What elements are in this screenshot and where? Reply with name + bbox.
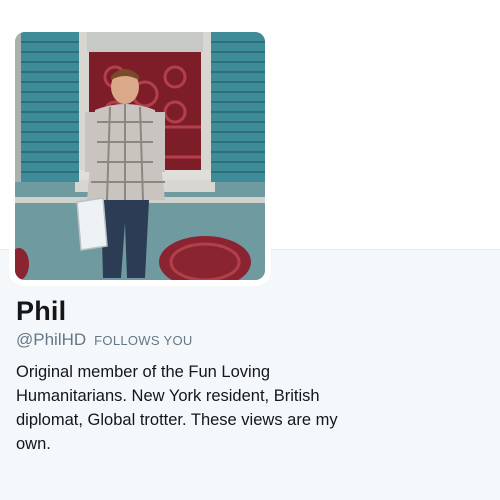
avatar-frame bbox=[9, 26, 271, 286]
profile-bio: Original member of the Fun Loving Humani… bbox=[16, 363, 338, 453]
profile-name[interactable]: Phil bbox=[16, 296, 66, 327]
profile-card: Phil @PhilHD FOLLOWS YOU Original member… bbox=[0, 0, 500, 500]
follows-you-badge: FOLLOWS YOU bbox=[94, 333, 193, 348]
avatar[interactable] bbox=[15, 32, 265, 280]
handle-row: @PhilHD FOLLOWS YOU bbox=[16, 330, 193, 350]
profile-handle[interactable]: @PhilHD bbox=[16, 330, 86, 350]
avatar-photo bbox=[15, 32, 265, 280]
